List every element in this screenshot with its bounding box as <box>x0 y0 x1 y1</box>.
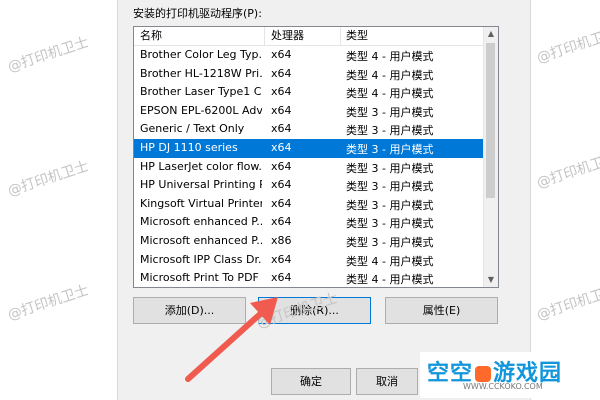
cancel-button[interactable]: 取消 <box>356 368 418 395</box>
driver-type: 类型 3 - 用户模式 <box>346 105 434 119</box>
driver-type: 类型 4 - 用户模式 <box>346 273 434 287</box>
scroll-down-icon[interactable]: ▼ <box>484 273 498 287</box>
logo-url: WWW.CCKOKO.COM <box>463 382 543 391</box>
column-separator[interactable] <box>264 27 265 45</box>
driver-processor: x64 <box>271 271 292 285</box>
site-logo: 空空 游戏园 WWW.CCKOKO.COM <box>420 352 596 398</box>
driver-processor: x64 <box>271 252 292 266</box>
driver-type: 类型 3 - 用户模式 <box>346 180 434 194</box>
table-row[interactable]: Generic / Text Only x64 类型 3 - 用户模式 <box>134 120 483 139</box>
driver-name: EPSON EPL-6200L Adv... <box>140 103 262 117</box>
driver-processor: x64 <box>271 85 292 99</box>
driver-processor: x64 <box>271 66 292 80</box>
column-processor-header[interactable]: 处理器 <box>271 27 304 45</box>
driver-type: 类型 4 - 用户模式 <box>346 87 434 101</box>
drivers-list-label: 安装的打印机驱动程序(P): <box>133 7 262 20</box>
driver-processor: x64 <box>271 48 292 61</box>
driver-processor: x64 <box>271 196 292 210</box>
driver-name: Microsoft Print To PDF <box>140 271 259 285</box>
driver-name: Brother Laser Type1 C... <box>140 85 262 99</box>
logo-mark-icon <box>475 366 492 382</box>
column-separator[interactable] <box>340 27 341 45</box>
table-row[interactable]: Microsoft IPP Class Dr... x64 类型 4 - 用户模式 <box>134 251 483 270</box>
table-row[interactable]: EPSON EPL-6200L Adv... x64 类型 3 - 用户模式 <box>134 102 483 121</box>
driver-name: Kingsoft Virtual Printer... <box>140 196 262 210</box>
driver-processor: x64 <box>271 178 292 192</box>
table-row[interactable]: Brother HL-1218W Pri... x64 类型 4 - 用户模式 <box>134 65 483 84</box>
driver-name: HP Universal Printing P... <box>140 178 262 192</box>
driver-name: Microsoft enhanced P... <box>140 215 262 229</box>
driver-type: 类型 4 - 用户模式 <box>346 254 434 268</box>
driver-processor: x64 <box>271 103 292 117</box>
drivers-listview[interactable]: 名称 处理器 类型 Brother Color Leg Typ... x64 类型 … <box>133 26 499 288</box>
driver-type: 类型 3 - 用户模式 <box>346 217 434 231</box>
driver-type: 类型 3 - 用户模式 <box>346 198 434 212</box>
table-row[interactable]: Microsoft enhanced P... x64 类型 3 - 用户模式 <box>134 213 483 232</box>
driver-name: Microsoft enhanced P... <box>140 233 262 247</box>
table-row[interactable]: HP DJ 1110 series x64 类型 3 - 用户模式 <box>134 138 483 158</box>
table-row[interactable]: Brother Color Leg Typ... x64 类型 4 - 用户模式 <box>134 46 483 65</box>
driver-type: 类型 3 - 用户模式 <box>346 235 434 249</box>
driver-processor: x64 <box>271 140 292 154</box>
driver-name: HP DJ 1110 series <box>140 140 238 154</box>
driver-processor: x64 <box>271 122 292 136</box>
driver-rows: Brother Color Leg Typ... x64 类型 4 - 用户模式 Br… <box>134 46 483 287</box>
column-type-header[interactable]: 类型 <box>346 27 368 45</box>
column-name-header[interactable]: 名称 <box>140 27 162 45</box>
driver-type: 类型 4 - 用户模式 <box>346 68 434 82</box>
driver-name: Brother Color Leg Typ... <box>140 48 262 61</box>
driver-type: 类型 3 - 用户模式 <box>346 142 434 156</box>
table-row[interactable]: HP LaserJet color flow... x64 类型 3 - 用户模式 <box>134 158 483 177</box>
driver-name: Generic / Text Only <box>140 122 245 136</box>
driver-processor: x64 <box>271 159 292 173</box>
table-row[interactable]: HP Universal Printing P... x64 类型 3 - 用户模式 <box>134 176 483 195</box>
driver-name: Microsoft IPP Class Dr... <box>140 252 262 266</box>
vertical-scrollbar[interactable]: ▲ ▼ <box>483 27 498 287</box>
driver-processor: x64 <box>271 215 292 229</box>
table-row[interactable]: Kingsoft Virtual Printer... x64 类型 3 - 用户模… <box>134 195 483 214</box>
driver-type: 类型 4 - 用户模式 <box>346 50 434 63</box>
red-arrow-icon <box>185 297 278 382</box>
driver-type: 类型 3 - 用户模式 <box>346 124 434 138</box>
screen: 安装的打印机驱动程序(P): 名称 处理器 类型 Brother Color L… <box>0 0 600 400</box>
scrollbar-thumb[interactable] <box>486 43 495 198</box>
list-header: 名称 处理器 类型 <box>134 27 483 46</box>
table-row[interactable]: Microsoft enhanced P... x86 类型 3 - 用户模式 <box>134 232 483 251</box>
driver-type: 类型 3 - 用户模式 <box>346 161 434 175</box>
properties-button[interactable]: 属性(E) <box>385 297 498 324</box>
scroll-up-icon[interactable]: ▲ <box>484 27 498 41</box>
table-row[interactable]: Brother Laser Type1 C... x64 类型 4 - 用户模式 <box>134 83 483 102</box>
driver-name: Brother HL-1218W Pri... <box>140 66 262 80</box>
driver-name: HP LaserJet color flow... <box>140 159 262 173</box>
driver-processor: x86 <box>271 233 292 247</box>
